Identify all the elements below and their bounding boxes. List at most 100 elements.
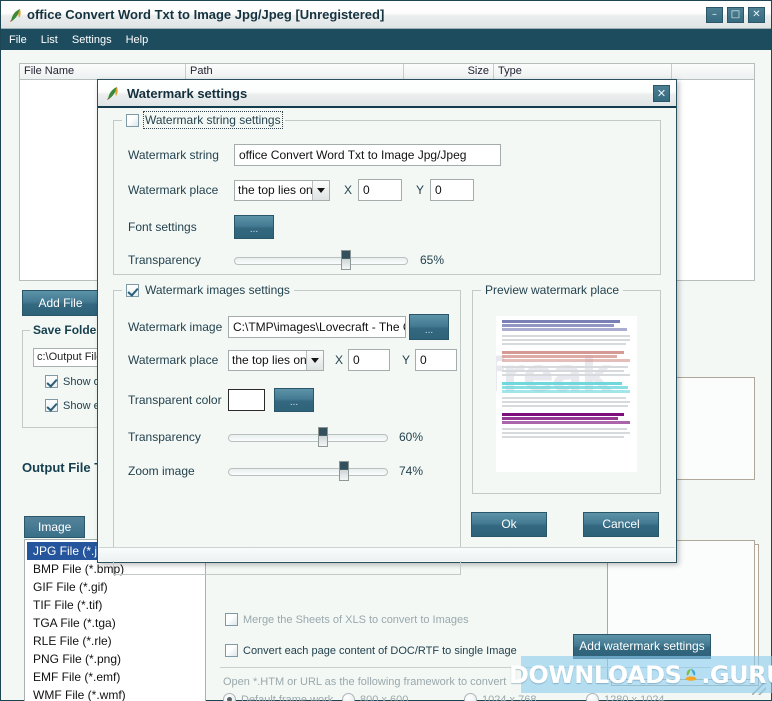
merge-sheets-label: Merge the Sheets of XLS to convert to Im… xyxy=(243,613,469,626)
watermark-x-label: X xyxy=(344,183,353,197)
preview-text-line xyxy=(502,397,626,399)
transparent-color-label: Transparent color xyxy=(128,393,222,407)
radio-800x600[interactable]: 800 x 600 xyxy=(342,693,408,701)
string-transparency-label: Transparency xyxy=(128,253,201,267)
column-header-file-name[interactable]: File Name xyxy=(20,64,186,79)
merge-sheets-checkbox[interactable] xyxy=(225,613,238,626)
watermark-place-select[interactable]: the top lies on xyxy=(234,179,330,201)
transparent-color-swatch[interactable] xyxy=(228,389,265,411)
ok-button[interactable]: Ok xyxy=(471,512,547,537)
column-header-size[interactable]: Size xyxy=(404,64,494,79)
convert-each-page-label: Convert each page content of DOC/RTF to … xyxy=(243,644,517,657)
image-place-label: Watermark place xyxy=(128,353,219,367)
radio-800x600-indicator[interactable] xyxy=(342,693,355,701)
transparent-color-row: Transparent color ... xyxy=(128,388,314,412)
slider-thumb[interactable] xyxy=(341,250,351,270)
radio-1280x1024[interactable]: 1280 x 1024 xyxy=(586,693,665,701)
app-leaf-icon xyxy=(7,6,25,24)
merge-sheets-row[interactable]: Merge the Sheets of XLS to convert to Im… xyxy=(225,613,469,626)
watermark-y-input[interactable]: 0 xyxy=(430,179,475,201)
dialog-title: Watermark settings xyxy=(127,85,248,101)
dialog-close-button[interactable]: ✕ xyxy=(653,84,670,102)
radio-1280x1024-label: 1280 x 1024 xyxy=(604,693,665,701)
watermark-image-input[interactable]: C:\TMP\images\Lovecraft - The Ca xyxy=(228,316,406,338)
font-settings-browse-button[interactable]: ... xyxy=(234,215,274,239)
list-item[interactable]: EMF File (*.emf) xyxy=(27,668,203,686)
add-file-button[interactable]: Add File xyxy=(22,290,99,316)
tab-image[interactable]: Image xyxy=(24,516,86,538)
window-titlebar: office Convert Word Txt to Image Jpg/Jpe… xyxy=(1,1,771,29)
radio-default-frame-work-indicator[interactable] xyxy=(223,693,236,701)
preview-text-line xyxy=(502,374,630,376)
image-y-label: Y xyxy=(402,353,411,367)
watermark-images-settings-checkbox[interactable] xyxy=(126,283,139,297)
image-place-select[interactable]: the top lies on xyxy=(228,349,324,371)
preview-text-line xyxy=(502,335,630,337)
list-item[interactable]: WMF File (*.wmf) xyxy=(27,686,203,701)
slider-thumb[interactable] xyxy=(318,427,328,447)
maximize-button[interactable]: □ xyxy=(727,6,744,23)
radio-1280x1024-indicator[interactable] xyxy=(586,693,599,701)
framework-label: Open *.HTM or URL as the following frame… xyxy=(223,676,507,688)
transparent-color-browse-button[interactable]: ... xyxy=(274,388,314,412)
menu-item-help[interactable]: Help xyxy=(126,34,149,46)
image-transparency-label: Transparency xyxy=(128,430,201,444)
column-header-type[interactable]: Type xyxy=(494,64,672,79)
list-item[interactable]: GIF File (*.gif) xyxy=(27,578,203,596)
string-transparency-slider[interactable] xyxy=(234,250,408,270)
list-item[interactable]: RLE File (*.rle) xyxy=(27,632,203,650)
font-settings-row: Font settings ... xyxy=(128,215,274,239)
preview-text-line xyxy=(502,436,624,438)
watermark-string-settings-header[interactable]: Watermark string settings xyxy=(122,111,285,129)
preview-color-bar xyxy=(502,382,622,385)
watermark-place-label: Watermark place xyxy=(128,183,219,197)
convert-each-page-checkbox[interactable] xyxy=(225,644,238,657)
chevron-down-icon[interactable] xyxy=(312,180,329,200)
preview-color-bar xyxy=(502,421,630,424)
string-transparency-row: Transparency 65% xyxy=(128,250,528,270)
watermark-string-input[interactable]: office Convert Word Txt to Image Jpg/Jpe… xyxy=(234,144,501,166)
close-button[interactable]: ✕ xyxy=(748,6,765,23)
preview-text-line xyxy=(502,428,627,430)
watermark-string-row: Watermark string office Convert Word Txt… xyxy=(128,144,501,166)
image-x-input[interactable]: 0 xyxy=(348,349,391,371)
preview-color-bar xyxy=(502,390,630,393)
preview-text-line xyxy=(502,339,630,341)
slider-thumb[interactable] xyxy=(339,461,349,481)
list-item[interactable]: TIF File (*.tif) xyxy=(27,596,203,614)
menu-item-file[interactable]: File xyxy=(9,34,27,46)
watermark-y-label: Y xyxy=(416,183,425,197)
dialog-status-bar xyxy=(99,547,675,561)
preview-text-line xyxy=(502,432,630,434)
radio-1024x768-label: 1024 x 768 xyxy=(482,693,537,701)
radio-1024x768-indicator[interactable] xyxy=(464,693,477,701)
watermark-images-settings-header[interactable]: Watermark images settings xyxy=(122,283,294,297)
cancel-button[interactable]: Cancel xyxy=(583,512,659,537)
watermark-x-input[interactable]: 0 xyxy=(358,179,403,201)
watermark-image-browse-button[interactable]: ... xyxy=(409,314,449,340)
convert-each-page-row[interactable]: Convert each page content of DOC/RTF to … xyxy=(225,644,517,657)
app-leaf-icon xyxy=(104,84,122,102)
radio-1024x768[interactable]: 1024 x 768 xyxy=(464,693,536,701)
preview-text-line xyxy=(502,366,628,368)
menu-item-settings[interactable]: Settings xyxy=(72,34,112,46)
watermark-place-value: the top lies on xyxy=(238,183,312,197)
watermark-string-settings-checkbox[interactable] xyxy=(126,113,139,127)
show-error-message-checkbox[interactable] xyxy=(45,399,58,412)
list-item[interactable]: TGA File (*.tga) xyxy=(27,614,203,632)
show-output-folder-checkbox[interactable] xyxy=(45,375,58,388)
menu-item-list[interactable]: List xyxy=(41,34,58,46)
watermark-place-row: Watermark place the top lies on X 0 Y 0 xyxy=(128,179,475,201)
image-transparency-slider[interactable] xyxy=(228,427,388,447)
chevron-down-icon[interactable] xyxy=(306,350,323,370)
preview-watermark-place-label: Preview watermark place xyxy=(485,283,620,297)
leaf-logo-icon xyxy=(682,666,700,684)
application-window: office Convert Word Txt to Image Jpg/Jpe… xyxy=(0,0,772,701)
image-y-input[interactable]: 0 xyxy=(415,349,458,371)
radio-default-frame-work[interactable]: Default frame work xyxy=(223,693,333,701)
minimize-button[interactable]: – xyxy=(706,6,723,23)
list-item[interactable]: PNG File (*.png) xyxy=(27,650,203,668)
column-header-path[interactable]: Path xyxy=(186,64,404,79)
downloads-guru-watermark: DOWNLOADS .GURU xyxy=(509,656,772,693)
zoom-image-slider[interactable] xyxy=(228,461,388,481)
